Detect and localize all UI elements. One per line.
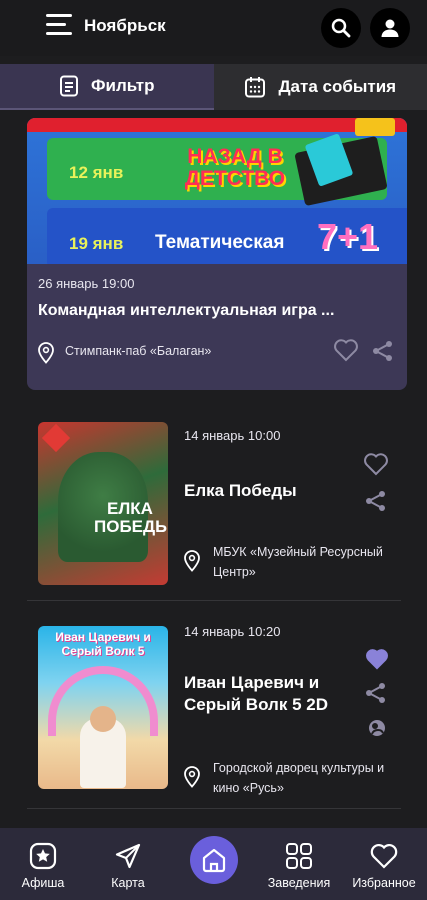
city-selector[interactable]: Ноябрьск bbox=[84, 16, 166, 36]
heart-icon[interactable] bbox=[333, 338, 359, 362]
tab-filter-label: Фильтр bbox=[91, 76, 155, 95]
tab-bar: Фильтр Дата события bbox=[0, 64, 427, 110]
banner-title-2: Тематическая bbox=[155, 232, 285, 253]
map-arrow-icon bbox=[115, 843, 141, 869]
nav-home-button[interactable] bbox=[190, 836, 238, 884]
poster-icon bbox=[29, 842, 57, 870]
heart-icon bbox=[370, 844, 398, 869]
nav-label: Карта bbox=[111, 876, 145, 890]
event-card[interactable]: Иван Царевич и Серый Волк 5 14 январь 10… bbox=[27, 624, 403, 798]
banner-date-1: 12 янв bbox=[69, 163, 124, 182]
grid-icon bbox=[286, 843, 312, 869]
event-place: МБУК «Музейный Ресурсный Центр» bbox=[213, 545, 383, 579]
tab-event-date-label: Дата события bbox=[278, 77, 397, 96]
event-title[interactable]: Иван Царевич и Серый Волк 5 2D bbox=[184, 672, 359, 716]
user-icon bbox=[381, 19, 399, 37]
bottom-navigation: Афиша Карта Заведения Избранное bbox=[0, 828, 427, 900]
poster-text: Иван Царевич и Серый Волк 5 bbox=[55, 630, 151, 658]
banner-date-2: 19 янв bbox=[69, 234, 124, 253]
home-icon bbox=[202, 848, 226, 873]
event-title[interactable]: Командная интеллектуальная игра ... bbox=[38, 302, 334, 320]
calendar-icon bbox=[245, 77, 266, 98]
nav-label: Афиша bbox=[21, 876, 65, 890]
banner-title-1: НАЗАД В ДЕТСТВО bbox=[184, 145, 286, 190]
tab-filter[interactable]: Фильтр bbox=[0, 64, 214, 110]
event-date: 26 январь 19:00 bbox=[38, 276, 135, 291]
pushkin-card-icon bbox=[369, 720, 385, 736]
event-card[interactable]: ЕЛКА ПОБЕДЫ 14 январь 10:00 Елка Победы … bbox=[27, 422, 403, 594]
divider bbox=[27, 600, 401, 601]
event-date: 14 январь 10:00 bbox=[184, 428, 281, 443]
event-place: Стимпанк-паб «Балаган» bbox=[65, 344, 212, 358]
heart-icon[interactable] bbox=[363, 452, 389, 476]
search-button[interactable] bbox=[321, 8, 361, 48]
event-poster-image: Иван Царевич и Серый Волк 5 bbox=[38, 626, 168, 789]
event-poster-image: ЕЛКА ПОБЕДЫ bbox=[38, 422, 168, 585]
event-title[interactable]: Елка Победы bbox=[184, 480, 359, 502]
search-icon bbox=[331, 18, 351, 38]
nav-label: Избранное bbox=[352, 876, 416, 890]
featured-event-card[interactable]: 12 янв НАЗАД В ДЕТСТВО 19 янв Тематическ… bbox=[27, 118, 407, 390]
location-pin-icon bbox=[38, 342, 54, 364]
location-pin-icon bbox=[184, 766, 200, 788]
nav-label: Заведения bbox=[267, 876, 331, 890]
top-app-bar: Ноябрьск bbox=[0, 0, 427, 56]
share-icon[interactable] bbox=[365, 682, 387, 704]
filter-icon bbox=[60, 75, 79, 97]
tab-event-date[interactable]: Дата события bbox=[213, 64, 427, 110]
poster-text: ЕЛКА ПОБЕДЫ bbox=[94, 499, 168, 536]
menu-icon[interactable] bbox=[46, 14, 72, 38]
share-icon[interactable] bbox=[372, 340, 394, 362]
event-date: 14 январь 10:20 bbox=[184, 624, 281, 639]
share-icon[interactable] bbox=[365, 490, 387, 512]
featured-banner-image: 12 янв НАЗАД В ДЕТСТВО 19 янв Тематическ… bbox=[27, 118, 407, 264]
event-place: Городской дворец культуры и кино «Русь» bbox=[213, 761, 385, 795]
heart-icon[interactable] bbox=[365, 648, 389, 670]
banner-badge: 7+1 bbox=[317, 216, 379, 257]
location-pin-icon bbox=[184, 550, 200, 572]
divider bbox=[27, 808, 401, 809]
profile-button[interactable] bbox=[370, 8, 410, 48]
